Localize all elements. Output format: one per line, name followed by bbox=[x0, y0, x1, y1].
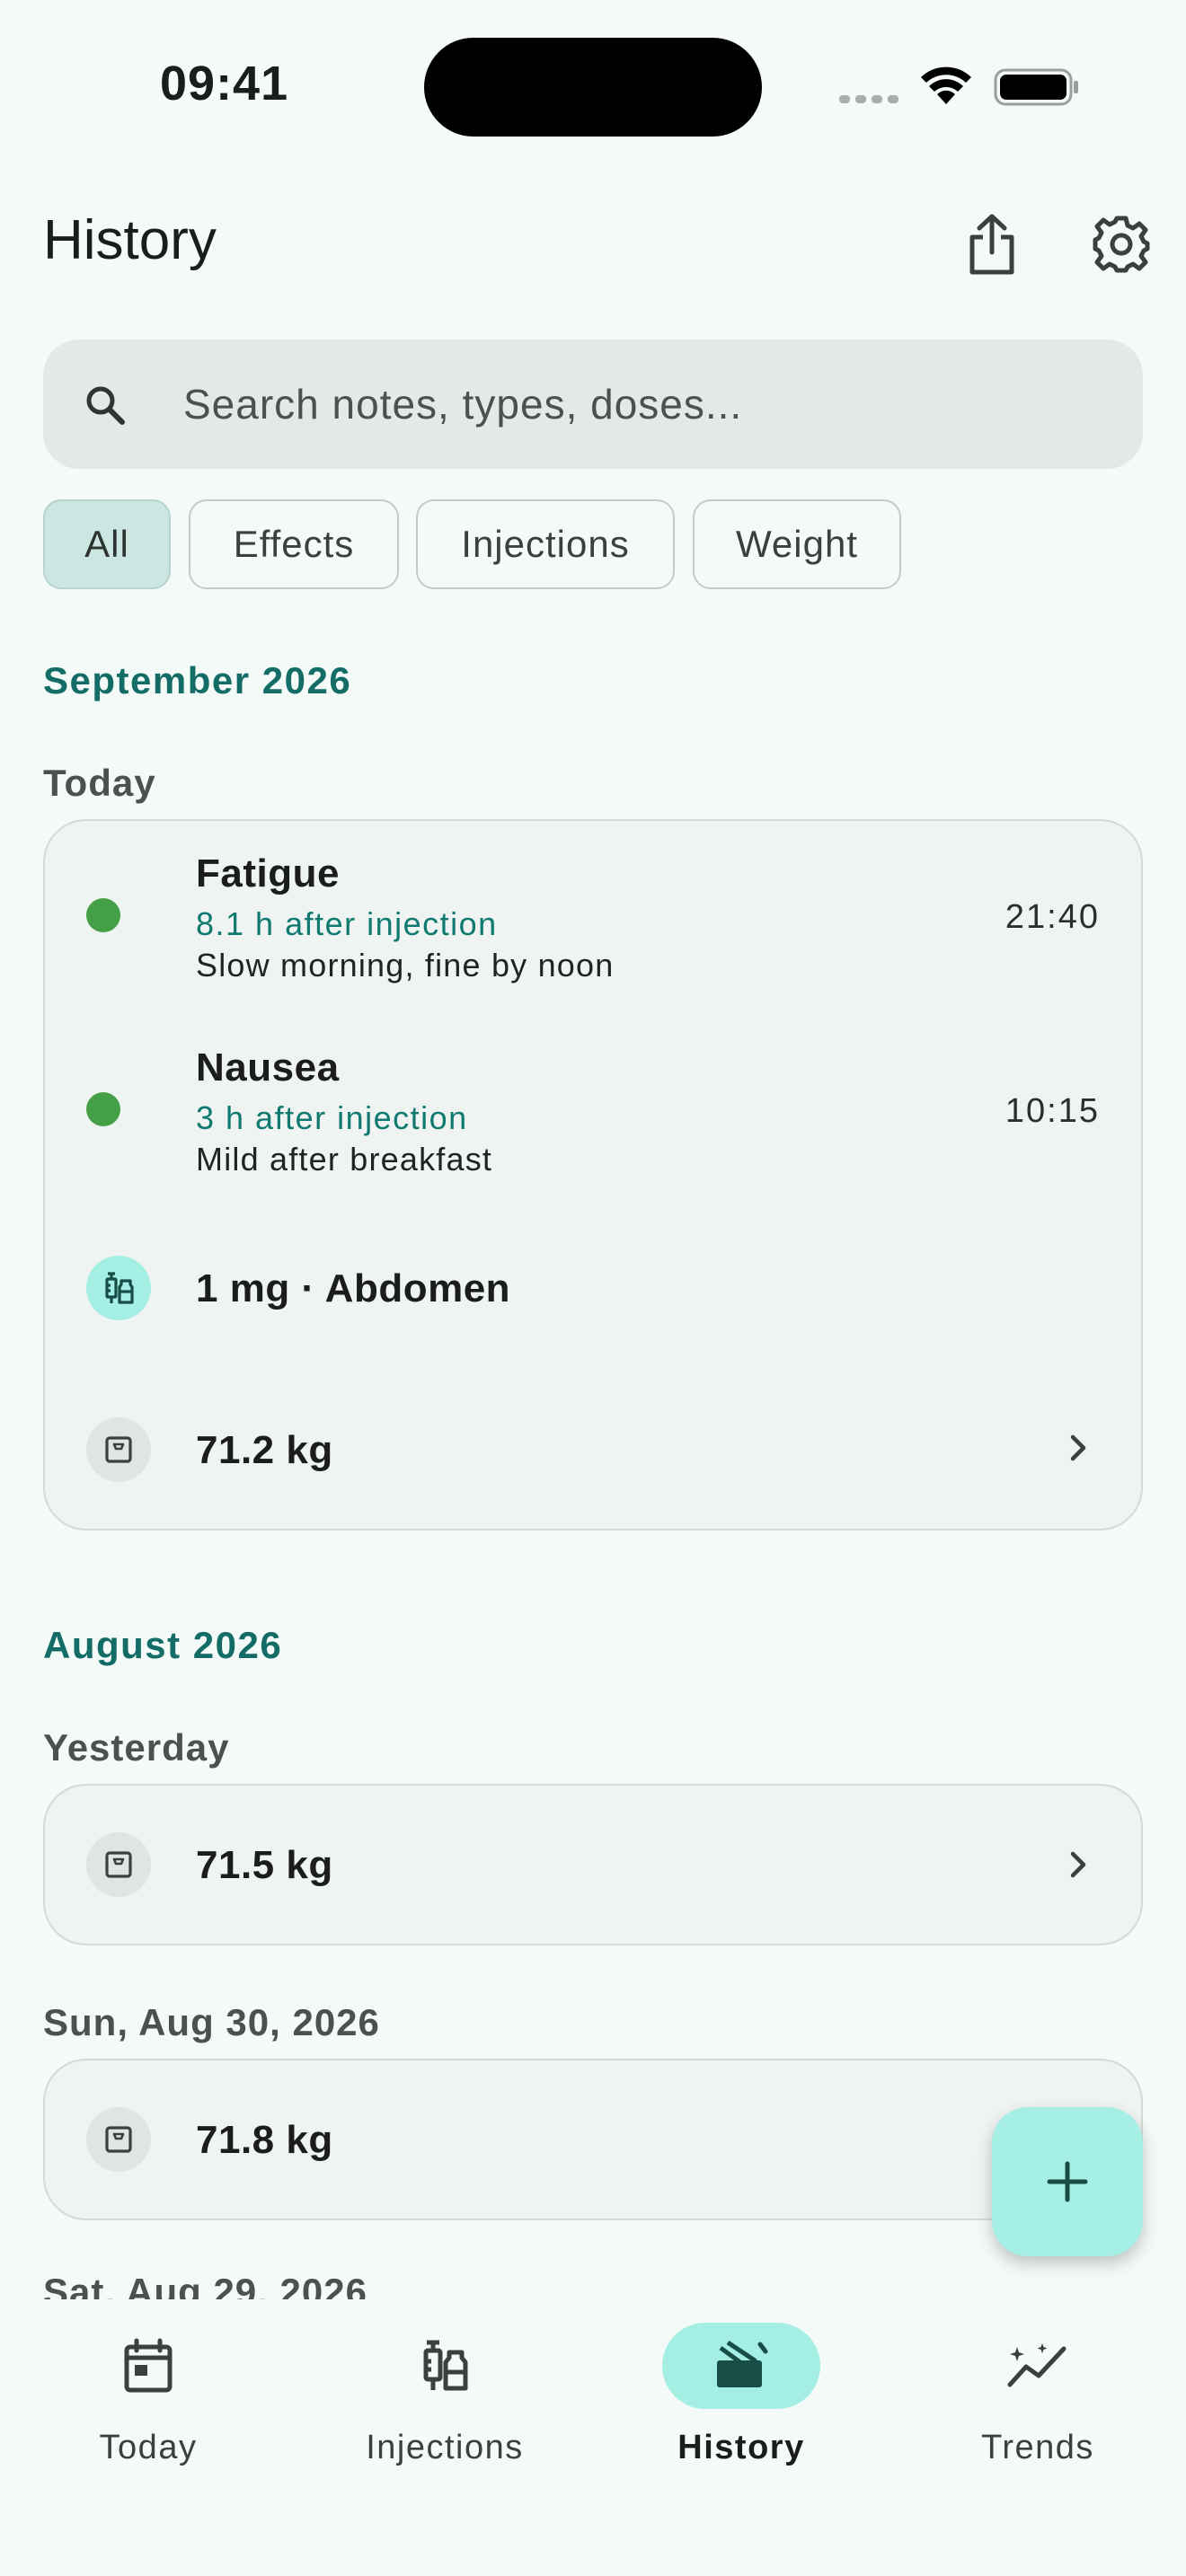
scale-icon bbox=[105, 2126, 132, 2153]
scale-icon bbox=[105, 1851, 132, 1878]
weight-badge bbox=[86, 1417, 151, 1482]
chip-label: Injections bbox=[461, 523, 630, 565]
entry-time: 10:15 bbox=[1005, 1092, 1100, 1130]
entry-subtitle: 3 h after injection bbox=[196, 1099, 468, 1136]
effect-dot bbox=[86, 1092, 120, 1126]
nav-today[interactable]: Today bbox=[0, 2323, 296, 2475]
weight-value: 71.5 kg bbox=[196, 1843, 333, 1887]
entry-note: Slow morning, fine by noon bbox=[196, 947, 615, 984]
nav-history[interactable]: History bbox=[593, 2323, 890, 2475]
cellular-signal-icon bbox=[839, 95, 898, 103]
filter-chip-effects[interactable]: Effects bbox=[189, 499, 399, 589]
scale-icon bbox=[105, 1436, 132, 1463]
weight-entry[interactable]: 71.2 kg bbox=[45, 1369, 1141, 1531]
effect-entry[interactable]: Fatigue 8.1 h after injection Slow morni… bbox=[45, 821, 1141, 1020]
weight-value: 71.8 kg bbox=[196, 2118, 333, 2162]
injection-badge bbox=[86, 1256, 151, 1320]
battery-icon bbox=[994, 68, 1078, 106]
entry-note: Mild after breakfast bbox=[196, 1141, 493, 1178]
page-title: History bbox=[43, 209, 217, 271]
add-entry-button[interactable] bbox=[992, 2107, 1143, 2256]
filter-chip-injections[interactable]: Injections bbox=[416, 499, 675, 589]
chip-label: Weight bbox=[736, 523, 858, 565]
injection-entry[interactable]: 1 mg · Abdomen bbox=[45, 1209, 1141, 1367]
day-card-today: Fatigue 8.1 h after injection Slow morni… bbox=[43, 819, 1143, 1531]
month-header: August 2026 bbox=[43, 1624, 283, 1666]
chip-label: Effects bbox=[233, 523, 355, 565]
nav-pill bbox=[662, 2323, 820, 2409]
history-screen: 09:41 History Al bbox=[0, 0, 1186, 2576]
gear-icon bbox=[1093, 216, 1150, 273]
nav-label: Trends bbox=[981, 2429, 1094, 2466]
nav-label: History bbox=[677, 2429, 805, 2466]
syringe-icon bbox=[423, 2340, 468, 2391]
wifi-icon bbox=[921, 66, 971, 104]
chevron-right-icon bbox=[1070, 1851, 1086, 1878]
weight-entry[interactable]: 71.8 kg bbox=[45, 2060, 1141, 2222]
chip-label: All bbox=[84, 523, 129, 565]
effect-dot bbox=[86, 898, 120, 932]
nav-label: Today bbox=[99, 2429, 198, 2466]
weight-badge bbox=[86, 2107, 151, 2172]
nav-pill bbox=[959, 2323, 1117, 2409]
status-time: 09:41 bbox=[160, 57, 289, 110]
nav-pill bbox=[366, 2323, 524, 2409]
filter-chip-all[interactable]: All bbox=[43, 499, 171, 589]
export-button[interactable] bbox=[954, 207, 1030, 282]
entry-time: 21:40 bbox=[1005, 898, 1100, 936]
dynamic-island bbox=[424, 38, 762, 137]
day-card-yesterday: 71.5 kg bbox=[43, 1784, 1143, 1945]
weight-badge bbox=[86, 1832, 151, 1897]
search-input[interactable] bbox=[183, 366, 1100, 442]
day-header: Today bbox=[43, 762, 156, 804]
day-header: Sun, Aug 30, 2026 bbox=[43, 2001, 380, 2043]
syringe-icon bbox=[105, 1272, 134, 1304]
nav-label: Injections bbox=[366, 2429, 524, 2466]
weight-entry[interactable]: 71.5 kg bbox=[45, 1786, 1141, 1947]
search-icon bbox=[86, 386, 125, 425]
search-bar[interactable] bbox=[43, 340, 1143, 469]
day-header: Yesterday bbox=[43, 1726, 230, 1769]
plus-icon bbox=[1047, 2161, 1088, 2202]
effect-entry[interactable]: Nausea 3 h after injection Mild after br… bbox=[45, 1015, 1141, 1214]
entry-subtitle: 8.1 h after injection bbox=[196, 905, 498, 942]
month-header: September 2026 bbox=[43, 659, 352, 701]
day-card-aug-30: 71.8 kg bbox=[43, 2059, 1143, 2220]
settings-button[interactable] bbox=[1084, 207, 1159, 282]
weight-value: 71.2 kg bbox=[196, 1428, 333, 1472]
bottom-navigation: Today Injections History Trends bbox=[0, 2299, 1186, 2576]
entry-title: Fatigue bbox=[196, 851, 340, 895]
nav-injections[interactable]: Injections bbox=[296, 2323, 593, 2475]
share-icon bbox=[969, 214, 1014, 275]
calendar-icon bbox=[124, 2338, 173, 2393]
chevron-right-icon bbox=[1070, 1434, 1086, 1461]
nav-trends[interactable]: Trends bbox=[890, 2323, 1186, 2475]
filter-chip-weight[interactable]: Weight bbox=[693, 499, 901, 589]
history-icon bbox=[717, 2341, 768, 2387]
entry-title: Nausea bbox=[196, 1045, 340, 1090]
injection-value: 1 mg · Abdomen bbox=[196, 1266, 511, 1310]
trends-icon bbox=[1007, 2343, 1067, 2387]
nav-pill bbox=[69, 2323, 227, 2409]
